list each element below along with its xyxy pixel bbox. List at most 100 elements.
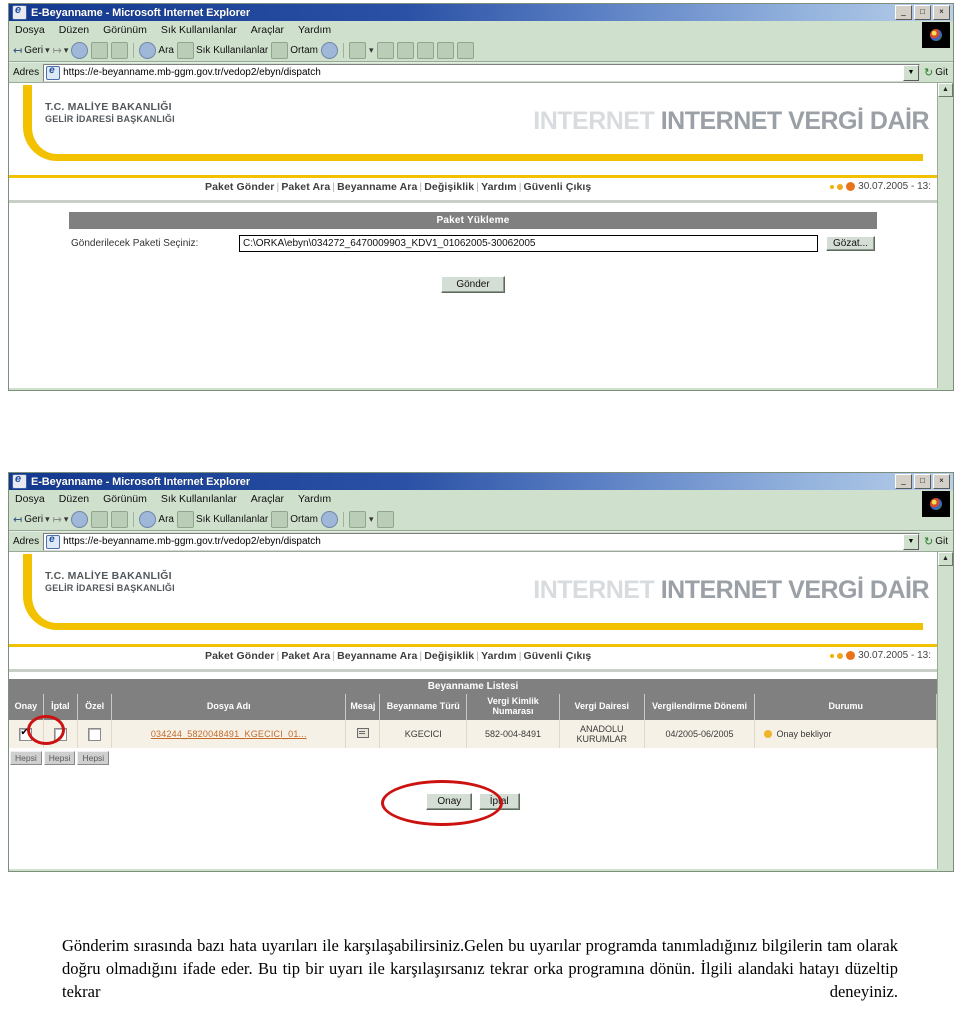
back-dropdown-icon[interactable]: ▾	[45, 514, 50, 525]
file-link[interactable]: 034244_5820048491_KGECICI_01...	[151, 729, 307, 739]
address-dropdown-icon[interactable]: ▼	[903, 64, 919, 81]
minimize-button[interactable]: _	[895, 474, 912, 489]
menu-item-araclar[interactable]: Araçlar	[251, 493, 284, 505]
action-buttons-row: Onay İptal	[9, 780, 937, 827]
menu-item-araclar[interactable]: Araçlar	[251, 24, 284, 36]
stop-icon[interactable]	[71, 510, 89, 528]
mail-icon[interactable]	[349, 41, 367, 59]
nav-item-yardim[interactable]: Yardım	[481, 650, 517, 662]
back-dropdown-icon[interactable]: ▾	[45, 45, 50, 56]
menu-item-yardim[interactable]: Yardım	[298, 493, 331, 505]
iptal-checkbox[interactable]	[53, 727, 67, 741]
browser-window-1: E-Beyanname - Microsoft Internet Explore…	[8, 3, 954, 391]
go-button[interactable]: ↻ Git	[924, 535, 951, 548]
nav-item-yardim[interactable]: Yardım	[481, 181, 517, 193]
file-path-input[interactable]: C:\ORKA\ebyn\034272_6470009903_KDV1_0106…	[239, 235, 818, 252]
paket-yukleme-panel: Paket Yükleme Gönderilecek Paketi Seçini…	[69, 212, 877, 293]
nav-item-paket-ara[interactable]: Paket Ara	[281, 650, 330, 662]
menu-item-gorunum[interactable]: Görünüm	[103, 493, 147, 505]
scroll-up-button[interactable]: ▲	[938, 83, 953, 97]
minimize-button[interactable]: _	[895, 5, 912, 20]
status-dot-large	[846, 651, 856, 660]
nav-item-paket-gonder[interactable]: Paket Gönder	[205, 650, 274, 662]
refresh-icon[interactable]	[91, 41, 109, 59]
panel-title: Paket Yükleme	[69, 212, 877, 229]
mail-dropdown-icon[interactable]: ▾	[369, 45, 374, 56]
address-url-text: https://e-beyanname.mb-ggm.gov.tr/vedop2…	[63, 67, 321, 78]
banner-main-text: INTERNET VERGİ DAİR	[660, 576, 930, 604]
cancel-button[interactable]: İptal	[478, 793, 520, 811]
favorites-button[interactable]: Sık Kullanılanlar	[176, 41, 268, 59]
maximize-button[interactable]: □	[914, 5, 931, 20]
browse-button[interactable]: Gözat...	[825, 236, 875, 251]
forward-button[interactable]: ↦ ▾	[53, 44, 69, 57]
favorites-button[interactable]: Sık Kullanılanlar	[176, 510, 268, 528]
menu-item-dosya[interactable]: Dosya	[15, 24, 45, 36]
forward-button[interactable]: ↦ ▾	[53, 513, 69, 526]
search-icon	[139, 41, 157, 59]
discuss-icon[interactable]	[416, 41, 434, 59]
vertical-scrollbar-1[interactable]: ▲	[937, 83, 953, 388]
status-badge: Onay bekliyor	[758, 729, 933, 739]
menu-item-duzen[interactable]: Düzen	[59, 24, 89, 36]
nav-item-guvenli-cikis[interactable]: Güvenli Çıkış	[524, 181, 592, 193]
search-button[interactable]: Ara	[139, 41, 174, 59]
address-dropdown-icon[interactable]: ▼	[903, 533, 919, 550]
menu-item-sik-kullanilanlar[interactable]: Sık Kullanılanlar	[161, 493, 237, 505]
nav-item-guvenli-cikis[interactable]: Güvenli Çıkış	[524, 650, 592, 662]
select-all-ozel-button[interactable]: Hepsi	[77, 751, 110, 766]
menu-item-sik-kullanilanlar[interactable]: Sık Kullanılanlar	[161, 24, 237, 36]
home-icon[interactable]	[111, 510, 129, 528]
search-button[interactable]: Ara	[139, 510, 174, 528]
stop-icon[interactable]	[71, 41, 89, 59]
window-title: E-Beyanname - Microsoft Internet Explore…	[31, 6, 251, 19]
maximize-button[interactable]: □	[914, 474, 931, 489]
menu-item-yardim[interactable]: Yardım	[298, 24, 331, 36]
send-button[interactable]: Gönder	[441, 276, 505, 293]
select-all-iptal-button[interactable]: Hepsi	[43, 751, 76, 766]
vertical-scrollbar-2[interactable]: ▲	[937, 552, 953, 869]
nav-item-degisiklik[interactable]: Değişiklik	[424, 181, 474, 193]
mail-dropdown-icon[interactable]: ▾	[369, 514, 374, 525]
history-icon[interactable]	[321, 41, 339, 59]
back-button[interactable]: ↤ Geri ▾	[13, 513, 50, 526]
history-icon[interactable]	[321, 510, 339, 528]
message-icon[interactable]	[356, 727, 369, 738]
forward-dropdown-icon[interactable]: ▾	[64, 514, 69, 525]
ozel-checkbox[interactable]	[88, 727, 102, 741]
forward-dropdown-icon[interactable]: ▾	[64, 45, 69, 56]
select-all-row: Hepsi Hepsi Hepsi	[9, 748, 937, 766]
nav-item-paket-gonder[interactable]: Paket Gönder	[205, 181, 274, 193]
close-button[interactable]: ×	[933, 5, 950, 20]
close-button[interactable]: ×	[933, 474, 950, 489]
refresh-icon[interactable]	[91, 510, 109, 528]
menu-item-gorunum[interactable]: Görünüm	[103, 24, 147, 36]
go-icon: ↻	[924, 536, 934, 548]
toolbar-divider	[133, 42, 135, 58]
menu-item-dosya[interactable]: Dosya	[15, 493, 45, 505]
onay-checkbox[interactable]	[19, 726, 33, 741]
go-button[interactable]: ↻ Git	[924, 66, 951, 79]
edit-icon[interactable]	[396, 41, 414, 59]
media-button[interactable]: Ortam	[271, 510, 318, 528]
address-input[interactable]: https://e-beyanname.mb-ggm.gov.tr/vedop2…	[43, 532, 920, 551]
nav-item-beyanname-ara[interactable]: Beyanname Ara	[337, 650, 417, 662]
media-button[interactable]: Ortam	[271, 41, 318, 59]
mail-icon[interactable]	[349, 510, 367, 528]
cell-dosya-adi: 034244_5820048491_KGECICI_01...	[111, 719, 347, 749]
messenger-icon[interactable]	[456, 41, 474, 59]
select-all-onay-button[interactable]: Hepsi	[10, 751, 42, 766]
home-icon[interactable]	[111, 41, 129, 59]
address-input[interactable]: https://e-beyanname.mb-ggm.gov.tr/vedop2…	[43, 63, 920, 82]
address-bar-1: Adres https://e-beyanname.mb-ggm.gov.tr/…	[9, 62, 953, 82]
menu-item-duzen[interactable]: Düzen	[59, 493, 89, 505]
back-button[interactable]: ↤ Geri ▾	[13, 44, 50, 57]
print-icon[interactable]	[376, 510, 394, 528]
research-icon[interactable]	[436, 41, 454, 59]
print-icon[interactable]	[376, 41, 394, 59]
scroll-up-button[interactable]: ▲	[938, 552, 953, 566]
nav-item-beyanname-ara[interactable]: Beyanname Ara	[337, 181, 417, 193]
nav-item-paket-ara[interactable]: Paket Ara	[281, 181, 330, 193]
confirm-button[interactable]: Onay	[426, 793, 473, 811]
nav-item-degisiklik[interactable]: Değişiklik	[424, 650, 474, 662]
